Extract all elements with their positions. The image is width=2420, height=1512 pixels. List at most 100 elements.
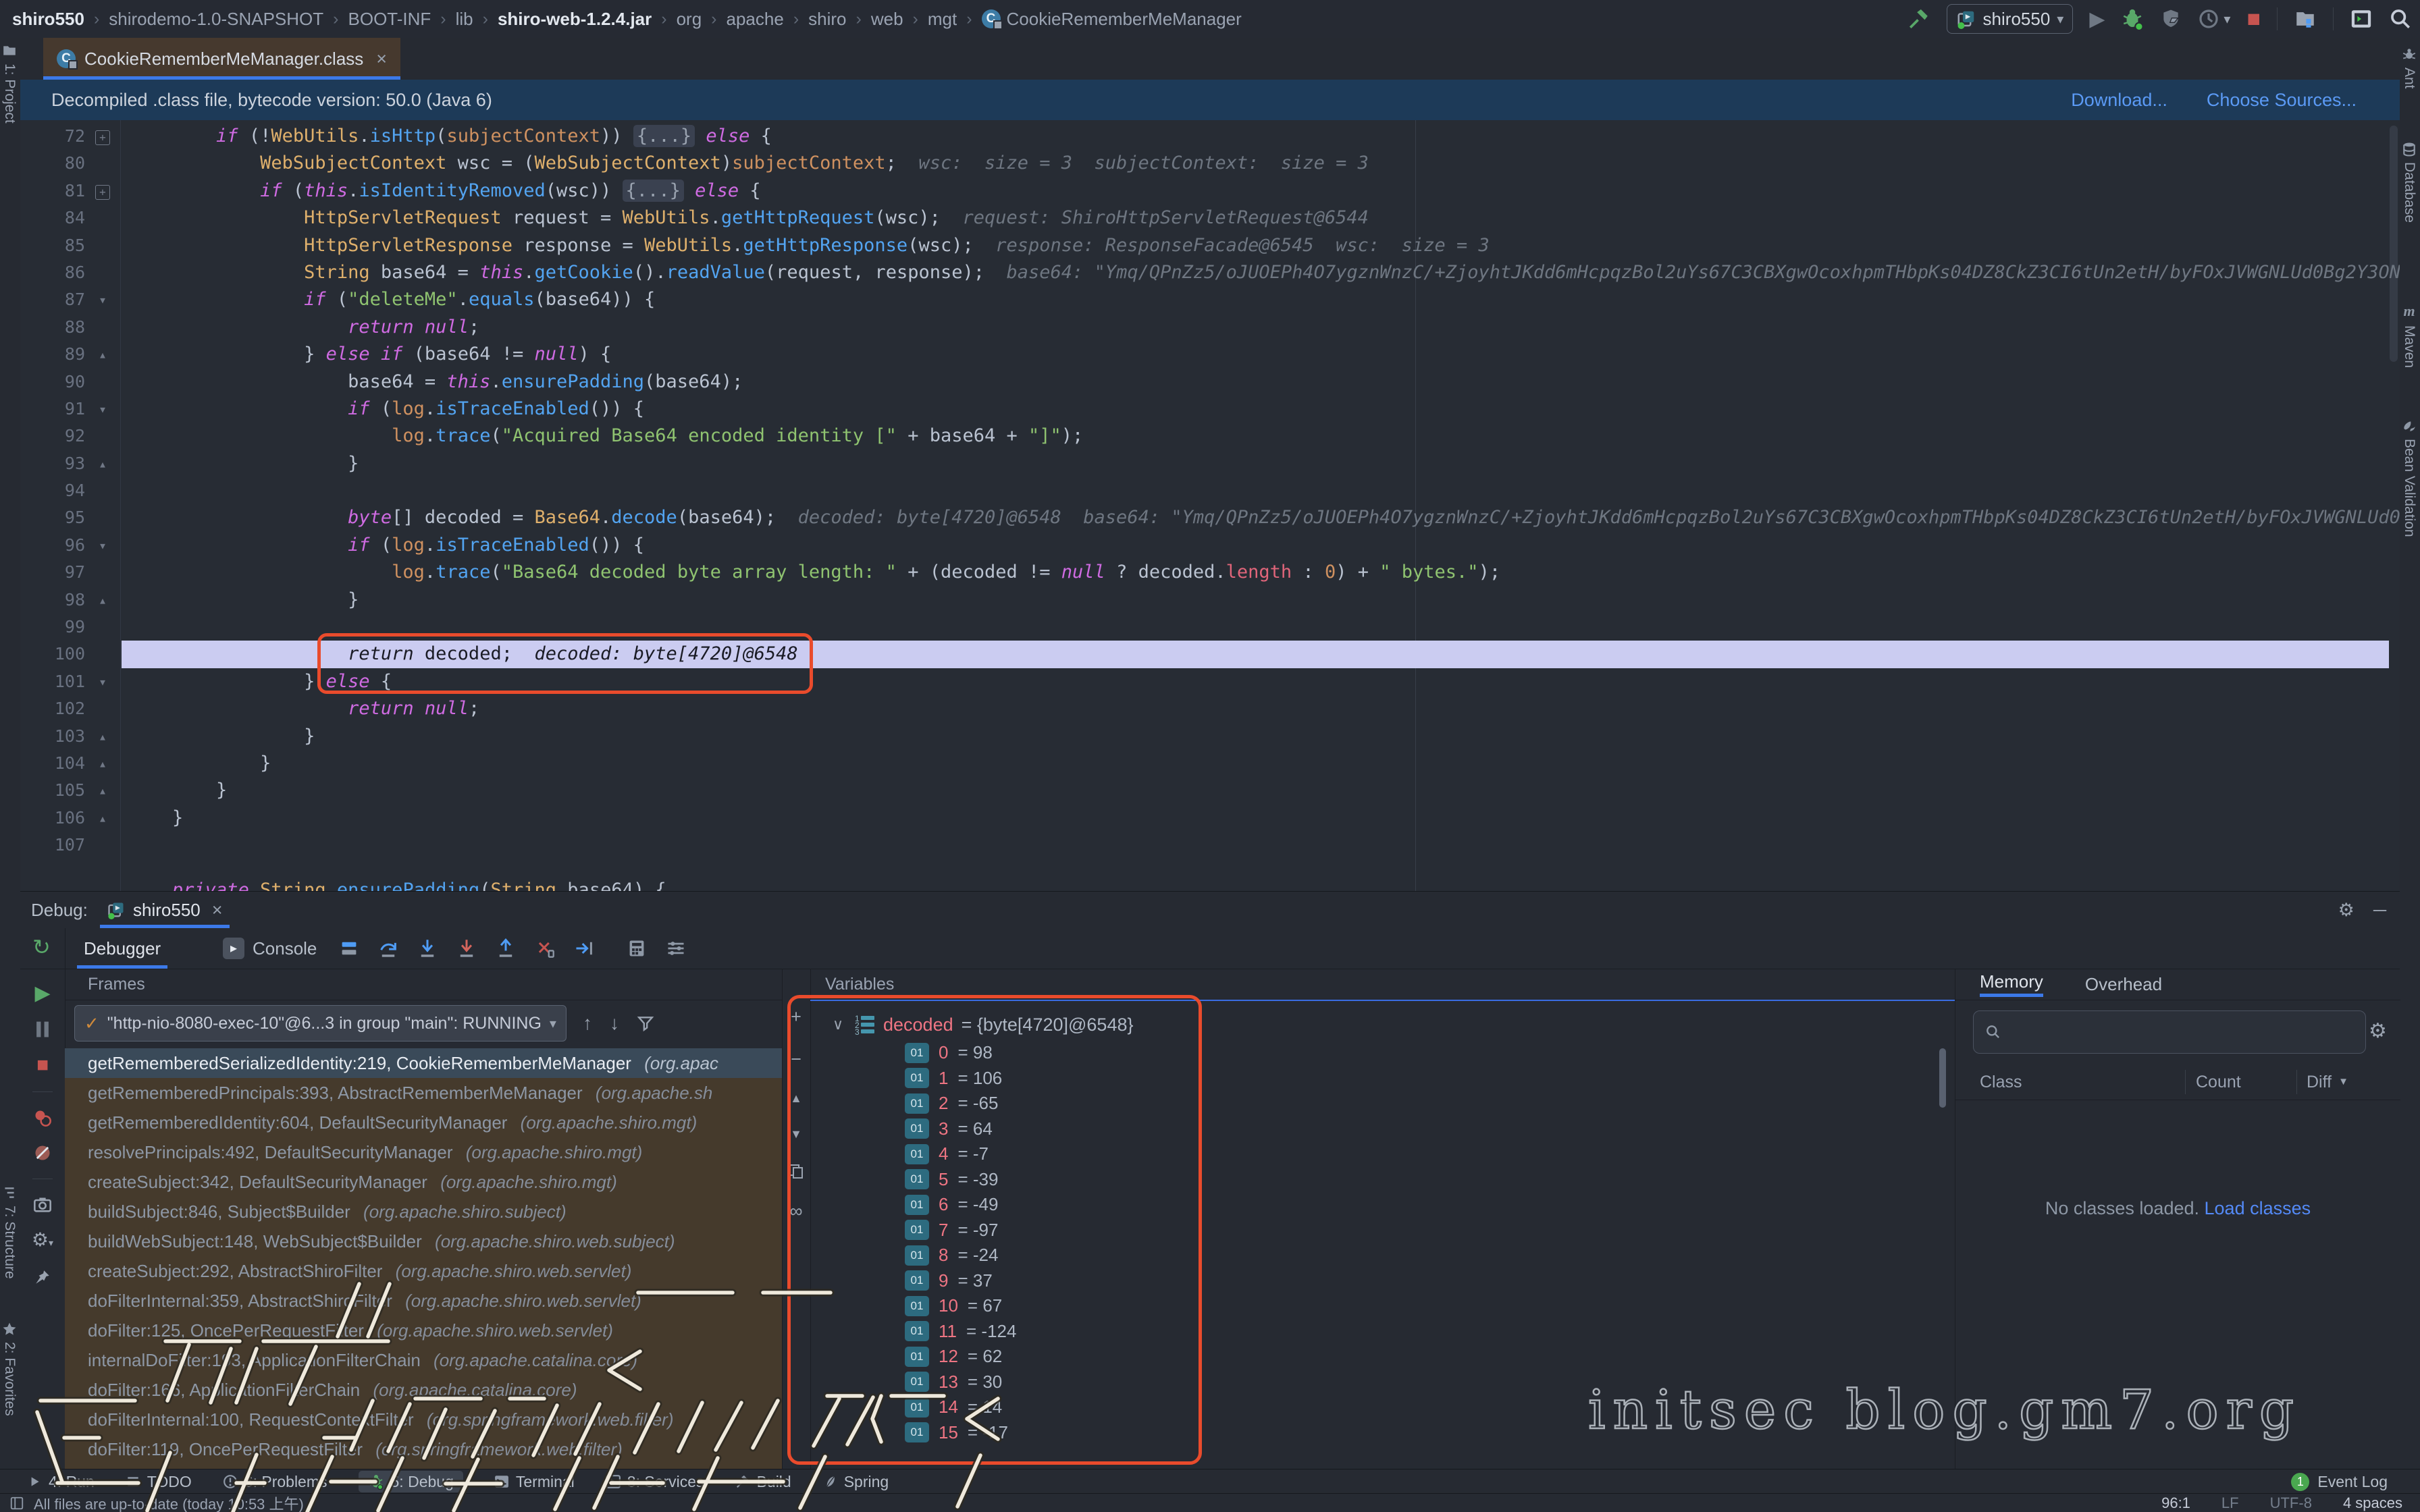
toolwindow-button-services[interactable]: 8: Services	[606, 1471, 704, 1492]
frame-row[interactable]: createSubject:342, DefaultSecurityManage…	[65, 1167, 782, 1197]
thread-dump-icon[interactable]	[33, 1195, 52, 1214]
download-link[interactable]: Download...	[2071, 90, 2167, 111]
code-line[interactable]: 101▾ } else {	[20, 668, 2400, 695]
code-line[interactable]: 104▴ }	[20, 750, 2400, 777]
tab-overhead[interactable]: Overhead	[2085, 974, 2162, 995]
variable-row[interactable]: 0115= -17	[810, 1420, 1955, 1446]
column-class[interactable]: Class	[1980, 1064, 2022, 1100]
fold-marker-icon[interactable]: +	[90, 123, 115, 150]
line-number[interactable]: 103	[20, 723, 85, 750]
toolwindow-button-build[interactable]: Build	[735, 1471, 791, 1492]
coverage-button[interactable]	[2160, 8, 2182, 30]
code-line[interactable]: 97 log.trace("Base64 decoded byte array …	[20, 559, 2400, 586]
breadcrumb-item[interactable]: shiro	[808, 9, 846, 30]
code-line[interactable]: 103▴ }	[20, 723, 2400, 750]
filter-icon[interactable]	[637, 1015, 654, 1032]
fold-marker-icon[interactable]: ▾	[90, 532, 115, 559]
pause-icon[interactable]	[34, 1020, 51, 1039]
profiler-button[interactable]: ▾	[2198, 8, 2230, 30]
fold-marker-icon[interactable]: ▴	[90, 341, 115, 368]
fold-marker-icon[interactable]: ▴	[90, 723, 115, 750]
debug-settings-gear-icon[interactable]: ⚙▾	[32, 1231, 53, 1252]
toolwindow-button-debug[interactable]: 5: Debug	[359, 1471, 463, 1492]
frame-row[interactable]: getRememberedPrincipals:393, AbstractRem…	[65, 1078, 782, 1108]
code-line[interactable]: 85 HttpServletResponse response = WebUti…	[20, 232, 2400, 259]
line-number[interactable]: 92	[20, 423, 85, 450]
code-line[interactable]: 89▴ } else if (base64 != null) {	[20, 341, 2400, 368]
breadcrumb-item[interactable]: shirodemo-1.0-SNAPSHOT	[109, 9, 323, 30]
variable-row[interactable]: 010= 98	[810, 1040, 1955, 1066]
close-icon[interactable]: ×	[376, 49, 387, 70]
duplicate-icon[interactable]	[788, 1163, 804, 1179]
code-line[interactable]: 102 return null;	[20, 695, 2400, 722]
tab-console[interactable]: ▸ Console	[223, 928, 317, 969]
variable-root-row[interactable]: ∨ 123 decoded = {byte[4720]@6548}	[829, 1010, 1134, 1039]
code-line[interactable]: 81+ if (this.isIdentityRemoved(wsc)) {..…	[20, 178, 2400, 205]
breadcrumb-item[interactable]: mgt	[928, 9, 957, 30]
sidebar-item-favorites[interactable]: 2: Favorites	[1, 1322, 18, 1416]
code-line[interactable]: 72+ if (!WebUtils.isHttp(subjectContext)…	[20, 123, 2400, 150]
evaluate-expression-icon[interactable]	[625, 937, 648, 960]
toolwindow-button-problems[interactable]: 6: Problems	[223, 1471, 327, 1492]
code-line[interactable]: 91▾ if (log.isTraceEnabled()) {	[20, 396, 2400, 423]
line-ending[interactable]: LF	[2221, 1494, 2239, 1512]
sidebar-item-ant[interactable]: Ant	[2401, 47, 2417, 89]
code-line[interactable]: 86 String base64 = this.getCookie().read…	[20, 259, 2400, 286]
code-line[interactable]: 100 return decoded; decoded: byte[4720]@…	[20, 641, 2400, 668]
frame-row[interactable]: getRememberedIdentity:604, DefaultSecuri…	[65, 1108, 782, 1137]
move-down-icon[interactable]: ▼	[790, 1127, 802, 1141]
variable-row[interactable]: 0111= -124	[810, 1319, 1955, 1345]
variable-row[interactable]: 014= -7	[810, 1141, 1955, 1167]
line-number[interactable]: 88	[20, 314, 85, 341]
force-step-into-icon[interactable]	[455, 937, 478, 960]
line-number[interactable]: 86	[20, 259, 85, 286]
sidebar-item-project[interactable]: 1: Project	[1, 43, 18, 124]
fold-marker-icon[interactable]: +	[90, 178, 115, 205]
tab-debugger[interactable]: Debugger	[77, 928, 167, 969]
variable-row[interactable]: 018= -24	[810, 1243, 1955, 1268]
code-line[interactable]: 80 WebSubjectContext wsc = (WebSubjectCo…	[20, 150, 2400, 177]
variable-row[interactable]: 0114= 14	[810, 1395, 1955, 1420]
line-number[interactable]: 81	[20, 178, 85, 205]
run-configuration-select[interactable]: shiro550 ▾	[1947, 4, 2074, 34]
breadcrumb-item[interactable]: apache	[727, 9, 784, 30]
stop-icon[interactable]: ■	[36, 1055, 49, 1075]
line-number[interactable]: 84	[20, 205, 85, 232]
variable-row[interactable]: 016= -49	[810, 1192, 1955, 1218]
step-into-icon[interactable]	[416, 937, 439, 960]
code-line[interactable]: 90 base64 = this.ensurePadding(base64);	[20, 369, 2400, 396]
run-anything-icon[interactable]	[2350, 7, 2373, 30]
line-number[interactable]: 102	[20, 695, 85, 722]
frame-row[interactable]: doFilterInternal:359, AbstractShiroFilte…	[65, 1286, 782, 1316]
frame-row[interactable]: buildWebSubject:148, WebSubject$Builder …	[65, 1226, 782, 1256]
add-watch-icon[interactable]: +	[791, 1006, 801, 1027]
mute-breakpoints-icon[interactable]	[33, 1143, 52, 1162]
toolwindow-button-todo[interactable]: TODO	[126, 1471, 192, 1492]
breadcrumb-item[interactable]: shiro550	[12, 9, 84, 30]
frame-row[interactable]: doFilter:119, OncePerRequestFilter (org.…	[65, 1434, 782, 1464]
line-number[interactable]: 96	[20, 532, 85, 559]
frame-row[interactable]: buildSubject:846, Subject$Builder (org.a…	[65, 1197, 782, 1226]
prev-frame-icon[interactable]: ↑	[583, 1013, 592, 1034]
fold-marker-icon[interactable]: ▴	[90, 777, 115, 804]
gear-icon[interactable]: ⚙	[2338, 900, 2355, 921]
variable-row[interactable]: 019= 37	[810, 1268, 1955, 1294]
chevron-down-icon[interactable]: ∨	[829, 1016, 847, 1033]
show-execution-point-icon[interactable]	[338, 937, 361, 960]
line-number[interactable]: 80	[20, 150, 85, 177]
memory-settings-gear-icon[interactable]: ⚙	[2369, 1019, 2387, 1043]
hide-icon[interactable]: ─	[2373, 900, 2386, 921]
show-watches-icon[interactable]: ∞	[789, 1201, 802, 1222]
resume-icon[interactable]: ▶	[34, 983, 50, 1004]
frame-row[interactable]: resolvePrincipals:492, DefaultSecurityMa…	[65, 1137, 782, 1167]
line-number[interactable]: 93	[20, 450, 85, 477]
code-line[interactable]: 96▾ if (log.isTraceEnabled()) {	[20, 532, 2400, 559]
breadcrumb-item[interactable]: BOOT-INF	[348, 9, 431, 30]
choose-sources-link[interactable]: Choose Sources...	[2207, 90, 2357, 111]
variable-row[interactable]: 013= 64	[810, 1116, 1955, 1142]
line-number[interactable]: 104	[20, 750, 85, 777]
fold-marker-icon[interactable]: ▴	[90, 587, 115, 614]
fold-marker-icon[interactable]: ▴	[90, 450, 115, 477]
move-up-icon[interactable]: ▲	[790, 1091, 802, 1106]
search-everywhere-icon[interactable]	[2389, 7, 2412, 30]
